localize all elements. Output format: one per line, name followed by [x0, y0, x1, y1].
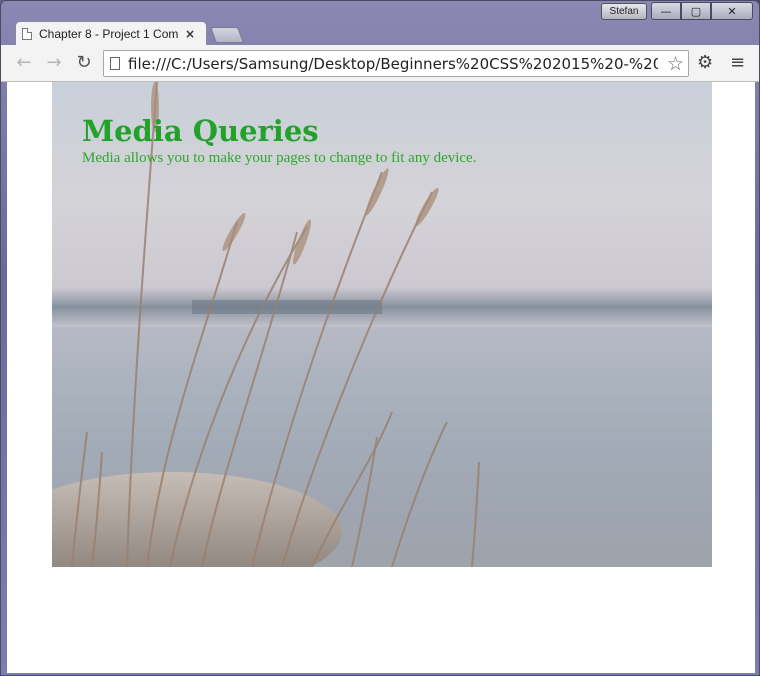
reload-icon[interactable]: ↻ — [73, 53, 95, 75]
new-tab-button[interactable] — [210, 27, 244, 43]
page-heading: Media Queries — [82, 114, 319, 148]
title-bar: Stefan — ▢ ✕ Chapter 8 - Project 1 Com × — [1, 1, 759, 46]
browser-toolbar: ← → ↻ file:///C:/Users/Samsung/Desktop/B… — [1, 45, 759, 82]
profile-button[interactable]: Stefan — [601, 3, 647, 20]
window-controls: — ▢ ✕ — [651, 2, 753, 20]
forward-icon[interactable]: → — [43, 53, 65, 75]
maximize-button[interactable]: ▢ — [681, 2, 711, 20]
url-text[interactable]: file:///C:/Users/Samsung/Desktop/Beginne… — [128, 55, 658, 73]
menu-icon[interactable]: ≡ — [730, 53, 745, 73]
browser-window: Stefan — ▢ ✕ Chapter 8 - Project 1 Com ×… — [0, 0, 760, 676]
bookmark-star-icon[interactable]: ☆ — [667, 53, 684, 75]
hero-content: Media Queries Media allows you to make y… — [82, 112, 476, 166]
tab-close-icon[interactable]: × — [185, 27, 195, 41]
page-icon — [22, 28, 32, 40]
address-bar[interactable]: file:///C:/Users/Samsung/Desktop/Beginne… — [103, 50, 689, 77]
page-viewport: Media Queries Media allows you to make y… — [7, 82, 755, 673]
minimize-button[interactable]: — — [651, 2, 681, 20]
page-description: Media allows you to make your pages to c… — [82, 150, 477, 166]
gear-icon[interactable]: ⚙ — [697, 53, 713, 73]
browser-tab[interactable]: Chapter 8 - Project 1 Com × — [15, 21, 207, 46]
close-window-button[interactable]: ✕ — [711, 2, 753, 20]
tab-title: Chapter 8 - Project 1 Com — [39, 27, 179, 41]
back-icon[interactable]: ← — [13, 53, 35, 75]
file-icon — [110, 57, 120, 70]
hero-section: Media Queries Media allows you to make y… — [52, 82, 712, 567]
